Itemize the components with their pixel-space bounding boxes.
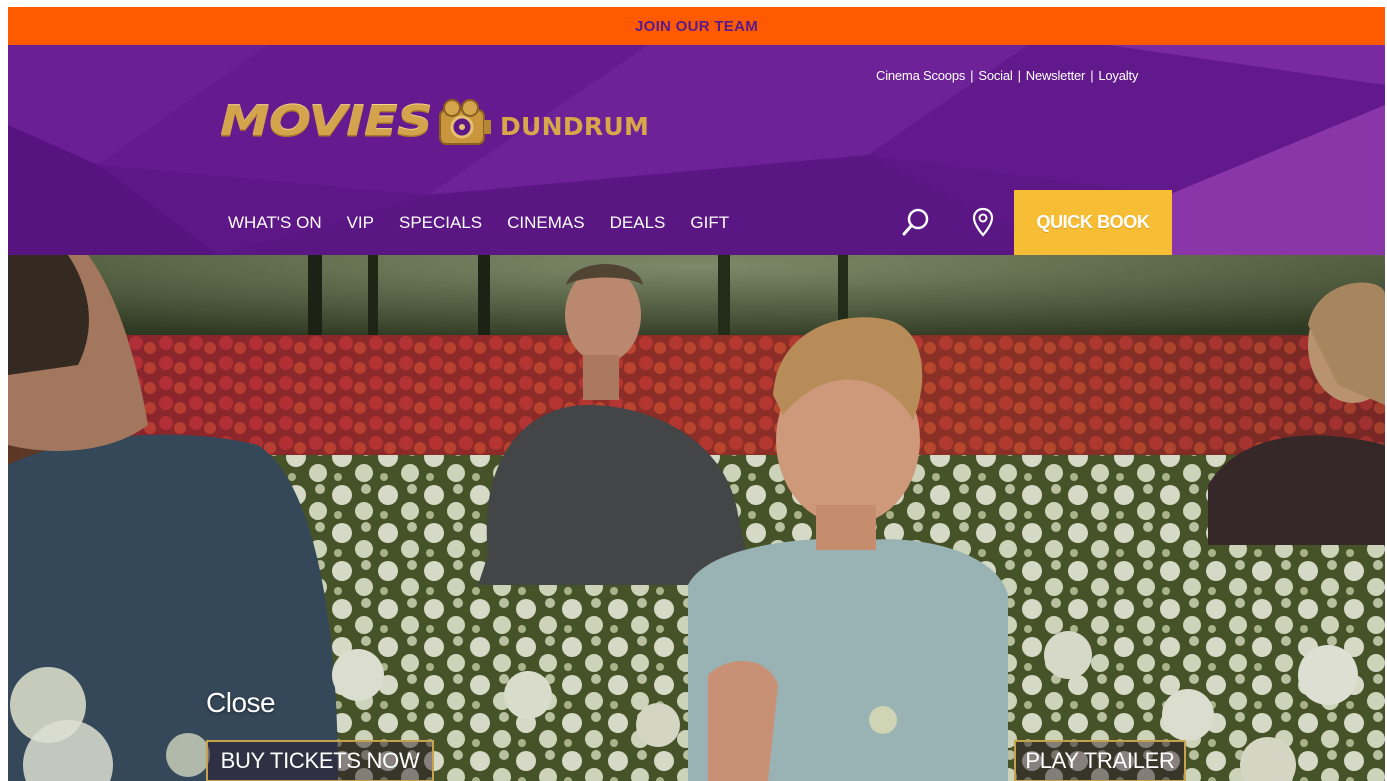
top-link-social[interactable]: Social bbox=[978, 68, 1012, 83]
logo-location: DUNDRUM bbox=[499, 111, 650, 141]
quick-book-label: QUICK BOOK bbox=[1036, 212, 1150, 232]
join-our-team-label: JOIN OUR TEAM bbox=[634, 17, 759, 35]
main-nav: WHAT'S ON VIP SPECIALS CINEMAS DEALS GIF… bbox=[228, 213, 754, 233]
quick-book-button[interactable]: QUICK BOOK bbox=[1014, 190, 1172, 255]
nav-whats-on[interactable]: WHAT'S ON bbox=[228, 213, 322, 233]
site-header: Cinema Scoops | Social | Newsletter | Loyalty … bbox=[8, 45, 1385, 255]
play-trailer-button[interactable]: PLAY TRAILER bbox=[1014, 740, 1186, 781]
logo-wordmark: MOVIES bbox=[220, 97, 433, 145]
top-links: Cinema Scoops | Social | Newsletter | Loyalty bbox=[876, 68, 1138, 83]
buy-tickets-label: BUY TICKETS NOW bbox=[220, 748, 420, 773]
nav-deals[interactable]: DEALS bbox=[610, 213, 666, 233]
page: JOIN OUR TEAM Cinema Scoops | Social | Newsl… bbox=[8, 7, 1385, 781]
separator: | bbox=[1090, 68, 1094, 83]
top-link-loyalty[interactable]: Loyalty bbox=[1098, 68, 1138, 83]
search-button[interactable] bbox=[900, 205, 932, 241]
separator: | bbox=[970, 68, 974, 83]
play-trailer-label: PLAY TRAILER bbox=[1025, 748, 1175, 773]
top-link-newsletter[interactable]: Newsletter bbox=[1026, 68, 1086, 83]
nav-cinemas[interactable]: CINEMAS bbox=[507, 213, 584, 233]
nav-gift[interactable]: GIFT bbox=[690, 213, 729, 233]
top-link-cinema-scoops[interactable]: Cinema Scoops bbox=[876, 68, 965, 83]
film-reel-icon bbox=[438, 99, 491, 145]
location-pin-icon bbox=[972, 207, 994, 237]
join-our-team-banner[interactable]: JOIN OUR TEAM bbox=[8, 7, 1385, 45]
site-logo[interactable]: MOVIES DUNDRUM bbox=[220, 89, 649, 153]
search-icon bbox=[902, 208, 929, 236]
hero-banner: Close BUY TICKETS NOW PLAY TRAILER bbox=[8, 255, 1385, 781]
close-hero-link[interactable]: Close bbox=[206, 687, 276, 719]
separator: | bbox=[1017, 68, 1021, 83]
nav-specials[interactable]: SPECIALS bbox=[399, 213, 482, 233]
nav-vip[interactable]: VIP bbox=[347, 213, 374, 233]
location-button[interactable] bbox=[968, 203, 998, 241]
buy-tickets-button[interactable]: BUY TICKETS NOW bbox=[206, 740, 434, 781]
